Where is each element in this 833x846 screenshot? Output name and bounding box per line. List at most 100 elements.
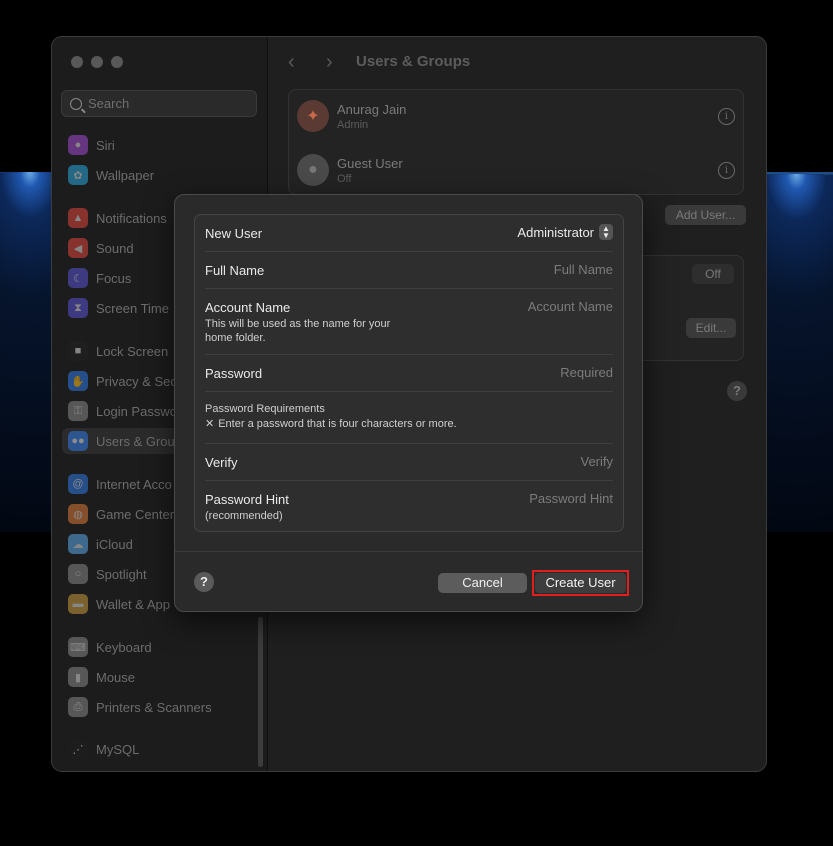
- sidebar-item-label: Wallet & App: [96, 596, 170, 612]
- account-name-field[interactable]: [443, 299, 613, 314]
- password-hint-field[interactable]: [443, 491, 613, 506]
- sidebar-item-label: iCloud: [96, 536, 133, 552]
- sidebar-item-label: Wallpaper: [96, 167, 155, 183]
- sidebar-item-mysql[interactable]: ⋰ MySQL: [62, 736, 258, 762]
- requirement-text: Enter a password that is four characters…: [218, 418, 457, 430]
- help-button[interactable]: ?: [727, 381, 747, 401]
- password-label: Password: [205, 366, 263, 381]
- user-row[interactable]: ✦ Anurag Jain Admin i: [297, 94, 737, 138]
- account-name-label: Account Name: [205, 300, 291, 315]
- new-user-dialog: New User Administrator ▲▼ Full Name Acco…: [174, 194, 643, 612]
- full-name-field[interactable]: [443, 262, 613, 277]
- verify-row: Verify: [205, 443, 613, 481]
- add-user-button[interactable]: Add User...: [665, 205, 746, 225]
- mouse-icon: ▮: [68, 667, 88, 687]
- sidebar-item-wallpaper[interactable]: ✿ Wallpaper: [62, 162, 258, 188]
- sidebar-item-label: Focus: [96, 270, 132, 286]
- password-field[interactable]: [443, 365, 613, 380]
- account-type-value: Administrator: [517, 224, 594, 240]
- edit-button[interactable]: Edit...: [686, 318, 736, 338]
- users-list: ✦ Anurag Jain Admin i ● Guest User Off i: [288, 89, 744, 195]
- password-requirements: Password Requirements ✕ Enter a password…: [205, 391, 613, 444]
- account-type-select[interactable]: Administrator ▲ ▼: [517, 224, 613, 240]
- password-row: Password: [205, 354, 613, 392]
- help-button[interactable]: ?: [194, 572, 214, 592]
- sidebar-item-keyboard[interactable]: ⌨ Keyboard: [62, 634, 258, 660]
- full-name-row: Full Name: [205, 251, 613, 289]
- new-user-row: New User Administrator ▲ ▼: [205, 215, 613, 252]
- verify-field[interactable]: [443, 454, 613, 469]
- sidebar-item-label: Login Passwo: [96, 403, 177, 419]
- password-hint-label: Password Hint: [205, 492, 289, 507]
- sidebar-item-label: Notifications: [96, 210, 167, 226]
- page-title: Users & Groups: [356, 53, 471, 70]
- bell-icon: ▲: [68, 208, 88, 228]
- avatar: ✦: [297, 100, 329, 132]
- sidebar-item-label: MySQL: [96, 741, 140, 757]
- hourglass-icon: ⧗: [68, 298, 88, 318]
- x-mark-icon: ✕: [205, 418, 215, 430]
- users-icon: ●●: [68, 431, 88, 451]
- new-user-form: New User Administrator ▲▼ Full Name Acco…: [194, 214, 624, 532]
- sidebar-item-label: Siri: [96, 137, 115, 153]
- magnifier-icon: ○: [68, 564, 88, 584]
- verify-label: Verify: [205, 455, 238, 470]
- up-down-chevron-icon: ▲ ▼: [599, 224, 613, 240]
- speaker-icon: ◀: [68, 238, 88, 258]
- info-icon[interactable]: i: [718, 108, 735, 125]
- account-name-help: home folder.: [205, 332, 266, 344]
- at-icon: @: [68, 474, 88, 494]
- off-popup[interactable]: Off: [692, 264, 734, 284]
- key-icon: ⚿: [68, 401, 88, 421]
- moon-icon: ☾: [68, 268, 88, 288]
- mysql-icon: ⋰: [68, 739, 88, 759]
- requirement-item: ✕ Enter a password that is four characte…: [205, 417, 457, 431]
- wallet-icon: ▬: [68, 594, 88, 614]
- window-controls: [71, 56, 123, 68]
- new-user-label: New User: [205, 226, 263, 241]
- back-arrow-icon[interactable]: ‹: [288, 52, 304, 72]
- account-name-row: Account Name This will be used as the na…: [205, 288, 613, 355]
- password-hint-note: (recommended): [205, 510, 283, 522]
- sidebar-item-label: Internet Acco: [96, 476, 172, 492]
- minimize-button[interactable]: [91, 56, 103, 68]
- user-row[interactable]: ● Guest User Off i: [297, 148, 737, 192]
- search-field[interactable]: [61, 90, 257, 117]
- account-name-help: This will be used as the name for your: [205, 318, 391, 330]
- sidebar-item-label: Screen Time: [96, 300, 169, 316]
- cloud-icon: ☁: [68, 534, 88, 554]
- user-role: Admin: [337, 118, 369, 131]
- lock-icon: ■: [68, 341, 88, 361]
- user-name: Guest User: [337, 155, 403, 171]
- sidebar-item-siri[interactable]: ● Siri: [62, 132, 258, 158]
- search-input[interactable]: [88, 96, 238, 111]
- forward-arrow-icon[interactable]: ›: [326, 52, 342, 72]
- wallpaper-icon: ✿: [68, 165, 88, 185]
- sidebar-item-label: Keyboard: [96, 639, 152, 655]
- password-hint-row: Password Hint (recommended): [205, 480, 613, 530]
- cancel-button[interactable]: Cancel: [438, 573, 527, 593]
- toolbar: ‹ › Users & Groups: [268, 37, 766, 89]
- user-role: Off: [337, 172, 352, 185]
- create-user-button[interactable]: Create User: [535, 573, 626, 593]
- sidebar-item-label: Sound: [96, 240, 134, 256]
- sidebar-item-label: Privacy & Sec: [96, 373, 177, 389]
- sidebar-item-label: Lock Screen: [96, 343, 169, 359]
- full-name-label: Full Name: [205, 263, 265, 278]
- sidebar-item-label: Mouse: [96, 669, 136, 685]
- sidebar-item-mouse[interactable]: ▮ Mouse: [62, 664, 258, 690]
- hand-icon: ✋: [68, 371, 88, 391]
- sidebar-item-label: Game Center: [96, 506, 175, 522]
- avatar: ●: [297, 154, 329, 186]
- printer-icon: ⎙: [68, 697, 88, 717]
- zoom-button[interactable]: [111, 56, 123, 68]
- search-icon: [70, 97, 82, 110]
- divider: [175, 551, 642, 552]
- siri-icon: ●: [68, 135, 88, 155]
- sidebar-item-printers[interactable]: ⎙ Printers & Scanners: [62, 694, 258, 720]
- sidebar-scrollbar[interactable]: [258, 617, 263, 767]
- game-center-icon: ◍: [68, 504, 88, 524]
- requirements-title: Password Requirements: [205, 403, 325, 415]
- close-button[interactable]: [71, 56, 83, 68]
- info-icon[interactable]: i: [718, 162, 735, 179]
